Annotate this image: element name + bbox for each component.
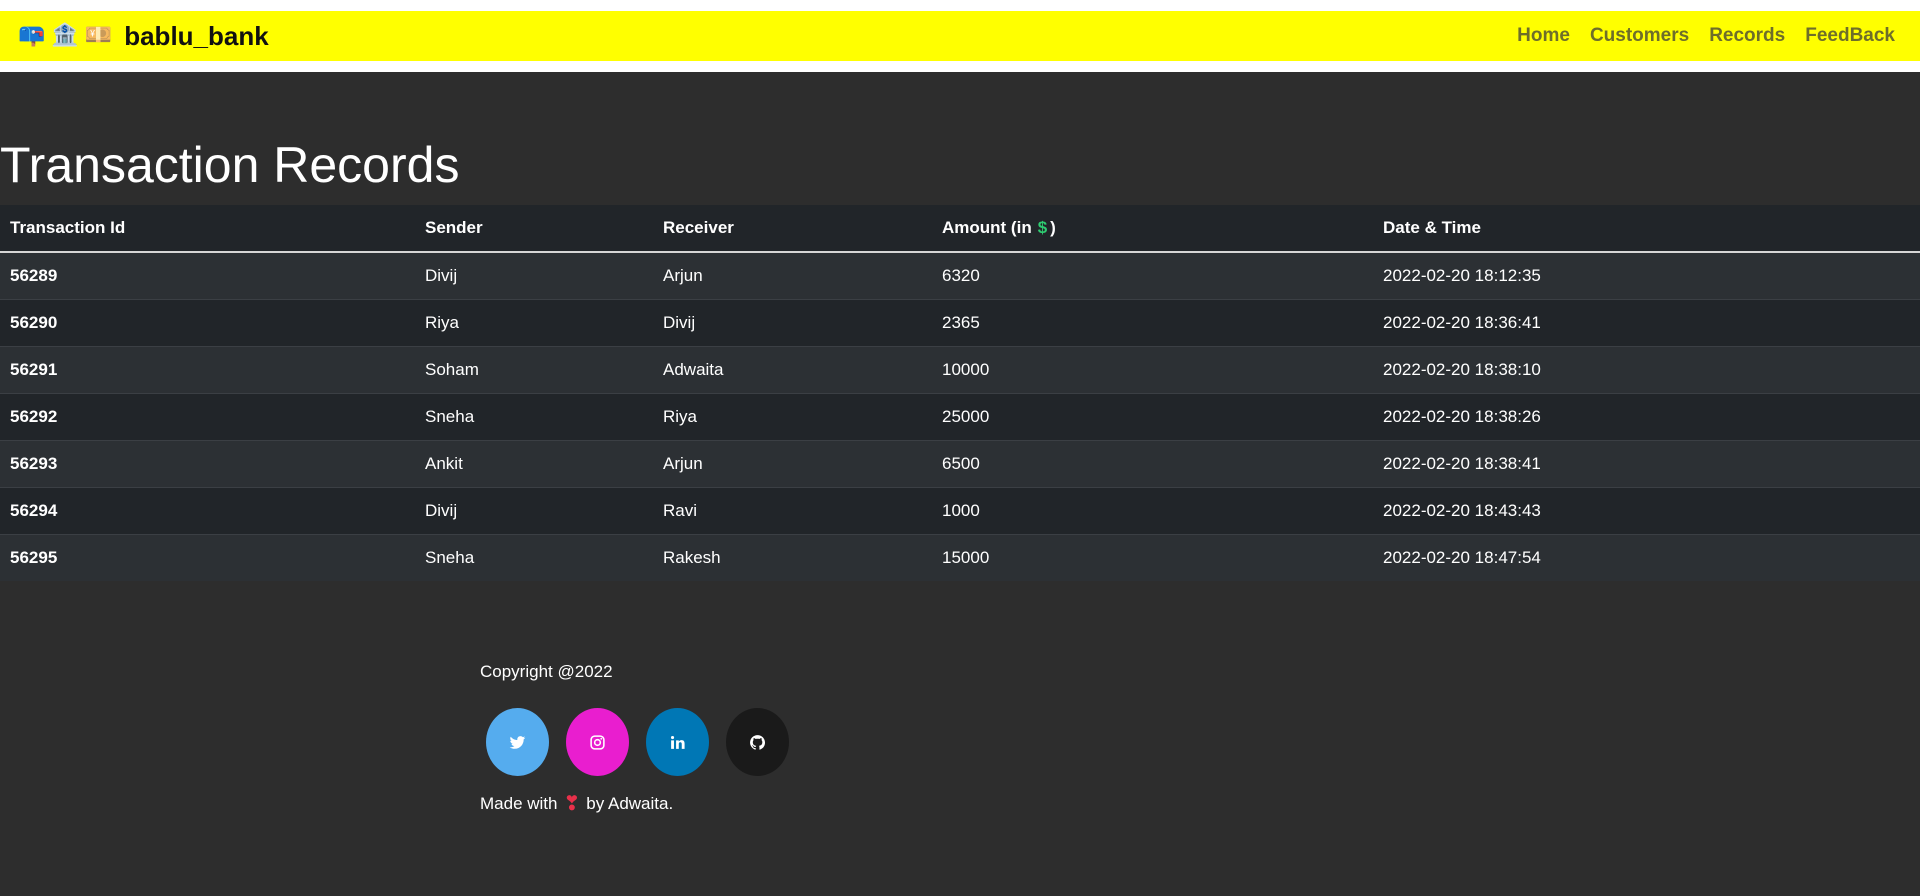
cell-amount: 25000 [932, 393, 1373, 441]
cell-amount: 10000 [932, 346, 1373, 394]
cell-datetime: 2022-02-20 18:43:43 [1373, 487, 1920, 535]
cell-transaction-id: 56293 [0, 440, 415, 488]
footer: Copyright @2022 Made with ❣ by Adwaita. [480, 662, 789, 814]
transaction-table: Transaction Id Sender Receiver Amount (i… [0, 205, 1920, 581]
cell-transaction-id: 56292 [0, 393, 415, 441]
header-transaction-id: Transaction Id [0, 205, 415, 253]
nav-link-feedback[interactable]: FeedBack [1805, 25, 1895, 47]
nav-link-records[interactable]: Records [1709, 25, 1785, 47]
linkedin-icon [670, 735, 685, 749]
made-with-prefix: Made with [480, 794, 558, 813]
twitter-icon [509, 735, 526, 749]
cell-datetime: 2022-02-20 18:38:26 [1373, 393, 1920, 441]
brand-name: bablu_bank [124, 20, 269, 51]
twitter-button[interactable] [486, 708, 549, 776]
table-row: 56290 Riya Divij 2365 2022-02-20 18:36:4… [0, 299, 1920, 347]
cell-sender: Soham [415, 346, 653, 394]
cell-receiver: Divij [653, 299, 932, 347]
cell-sender: Sneha [415, 393, 653, 441]
cell-sender: Riya [415, 299, 653, 347]
cell-sender: Sneha [415, 534, 653, 581]
cell-datetime: 2022-02-20 18:36:41 [1373, 299, 1920, 347]
cell-receiver: Arjun [653, 251, 932, 300]
page-title: Transaction Records [0, 137, 460, 193]
cell-transaction-id: 56295 [0, 534, 415, 581]
made-with: Made with ❣ by Adwaita. [480, 794, 789, 814]
cell-receiver: Ravi [653, 487, 932, 535]
table-row: 56294 Divij Ravi 1000 2022-02-20 18:43:4… [0, 487, 1920, 535]
cell-amount: 2365 [932, 299, 1373, 347]
instagram-button[interactable] [566, 708, 629, 776]
linkedin-button[interactable] [646, 708, 709, 776]
cell-sender: Ankit [415, 440, 653, 488]
header-amount: Amount (in $) [932, 205, 1373, 253]
cell-amount: 15000 [932, 534, 1373, 581]
made-with-suffix: by Adwaita. [586, 794, 674, 813]
nav-link-home[interactable]: Home [1517, 25, 1570, 47]
header-amount-close: ) [1050, 218, 1056, 237]
dollar-icon: $ [1037, 218, 1048, 237]
cell-sender: Divij [415, 487, 653, 535]
cell-receiver: Arjun [653, 440, 932, 488]
instagram-icon [590, 734, 605, 750]
cell-datetime: 2022-02-20 18:38:41 [1373, 440, 1920, 488]
cell-transaction-id: 56291 [0, 346, 415, 394]
table-header-row: Transaction Id Sender Receiver Amount (i… [0, 205, 1920, 253]
header-receiver: Receiver [653, 205, 932, 253]
social-links [486, 708, 789, 776]
header-amount-label: Amount (in [942, 218, 1032, 237]
cell-receiver: Riya [653, 393, 932, 441]
header-datetime: Date & Time [1373, 205, 1920, 253]
table-row: 56292 Sneha Riya 25000 2022-02-20 18:38:… [0, 393, 1920, 441]
nav-links: Home Customers Records FeedBack [1517, 25, 1895, 47]
cell-datetime: 2022-02-20 18:47:54 [1373, 534, 1920, 581]
banknote-icon: 💴 [84, 23, 113, 48]
bank-icon: 🏦 [51, 23, 79, 48]
github-icon [750, 734, 766, 750]
cell-receiver: Adwaita [653, 346, 932, 394]
brand[interactable]: 📪 🏦 💴 bablu_bank [18, 21, 269, 52]
table-row: 56289 Divij Arjun 6320 2022-02-20 18:12:… [0, 251, 1920, 300]
table-row: 56291 Soham Adwaita 10000 2022-02-20 18:… [0, 346, 1920, 394]
github-button[interactable] [726, 708, 789, 776]
mailbox-icon: 📪 [18, 23, 46, 48]
table-row: 56295 Sneha Rakesh 15000 2022-02-20 18:4… [0, 534, 1920, 581]
cell-receiver: Rakesh [653, 534, 932, 581]
cell-sender: Divij [415, 251, 653, 300]
cell-datetime: 2022-02-20 18:38:10 [1373, 346, 1920, 394]
cell-transaction-id: 56290 [0, 299, 415, 347]
cell-transaction-id: 56294 [0, 487, 415, 535]
cell-amount: 6500 [932, 440, 1373, 488]
copyright-text: Copyright @2022 [480, 662, 613, 681]
nav-link-customers[interactable]: Customers [1590, 25, 1689, 47]
cell-datetime: 2022-02-20 18:12:35 [1373, 251, 1920, 300]
cell-transaction-id: 56289 [0, 251, 415, 300]
cell-amount: 1000 [932, 487, 1373, 535]
heart-icon: ❣ [563, 793, 581, 815]
header-sender: Sender [415, 205, 653, 253]
navbar: 📪 🏦 💴 bablu_bank Home Customers Records … [0, 11, 1920, 61]
table-row: 56293 Ankit Arjun 6500 2022-02-20 18:38:… [0, 440, 1920, 488]
cell-amount: 6320 [932, 251, 1373, 300]
